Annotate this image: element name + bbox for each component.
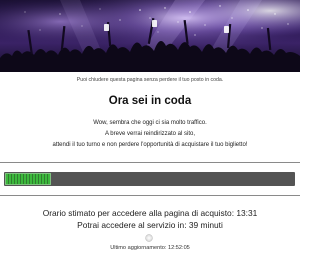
estimated-access-time: Orario stimato per accedere alla pagina … (42, 208, 258, 218)
queue-message-line-1: Wow, sembra che oggi ci sia molto traffi… (93, 120, 207, 126)
queue-progress-fill (5, 173, 51, 185)
loading-spinner-icon (145, 234, 153, 242)
queue-message-line-2: A breve verrai reindirizzato al sito, (104, 131, 196, 137)
last-update-time: Ultimo aggiornamento: 12:52:05 (110, 245, 190, 251)
estimated-wait-time: Potrai accedere al servizio in: 39 minut… (77, 220, 223, 230)
queue-progress-bar (4, 172, 295, 186)
queue-notice: Puoi chiudere questa pagina senza perder… (76, 77, 224, 83)
page-title: Ora sei in coda (108, 95, 192, 107)
header-banner-image (0, 0, 300, 72)
concert-crowd-illustration (0, 0, 300, 72)
divider-top (0, 162, 300, 163)
divider-bottom (0, 195, 300, 196)
queue-message-line-3: attendi il tuo turno e non perdere l'opp… (52, 142, 248, 148)
